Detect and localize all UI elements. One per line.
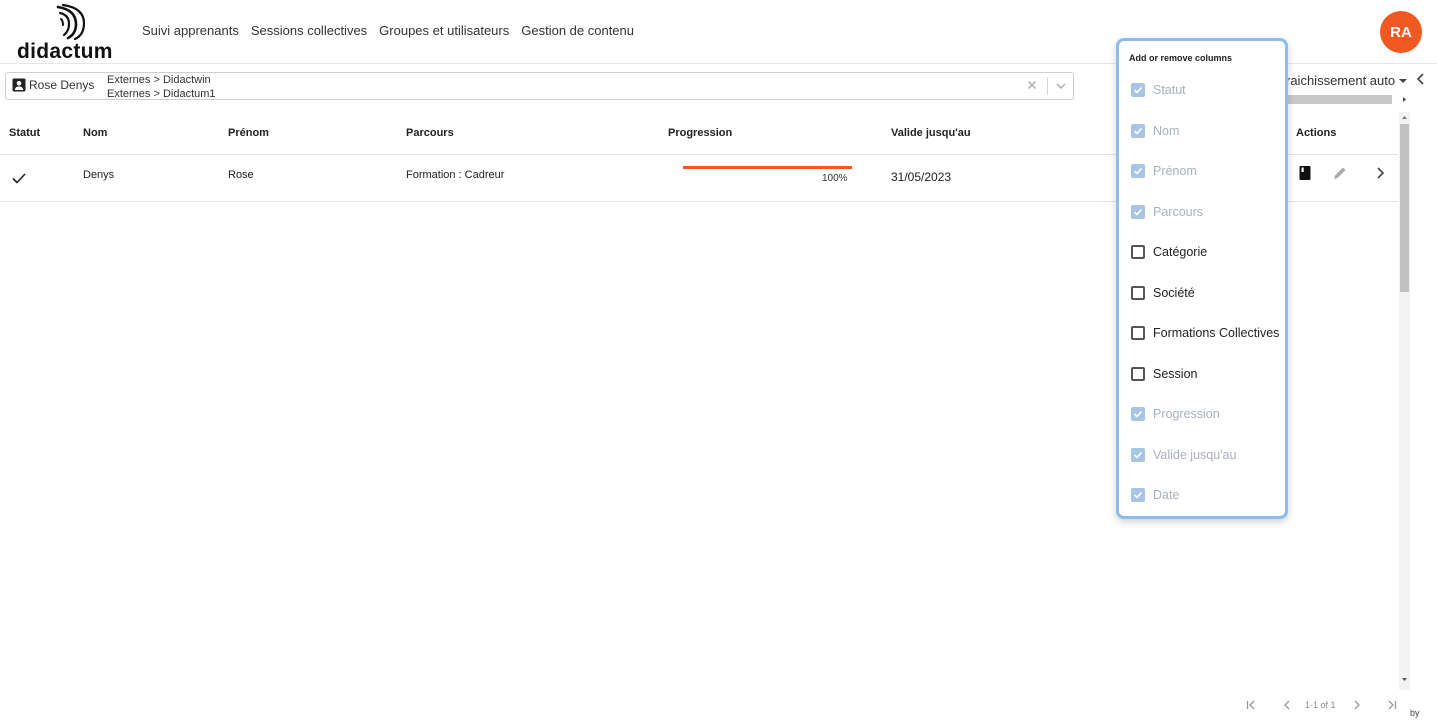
chevron-down-icon[interactable] [1053,78,1069,94]
checkbox-checked-icon [1131,407,1145,421]
column-option: Valide jusqu'au [1131,445,1236,465]
checkbox-checked-icon [1131,488,1145,502]
column-option[interactable]: Catégorie [1131,242,1207,262]
column-option: Date [1131,485,1179,505]
filter-separator [1047,78,1048,95]
column-option: Parcours [1131,202,1203,222]
pagination-range: 1-1 of 1 [1305,700,1336,710]
fingerprint-logo-icon [56,4,86,40]
checkbox-checked-icon [1131,447,1145,462]
vertical-scrollbar-thumb[interactable] [1400,124,1409,292]
pagination: 1-1 of 1 [1240,696,1410,714]
user-avatar[interactable]: RA [1380,11,1422,53]
scroll-up-arrow-icon[interactable] [1400,113,1409,122]
checkbox-unchecked-icon[interactable] [1131,366,1145,381]
checkbox-checked-icon [1131,164,1145,178]
checkbox-checked-icon [1131,204,1145,219]
checkbox-unchecked-icon[interactable] [1131,245,1145,259]
cell-nom: Denys [83,169,115,181]
footer-by-text: by [1410,708,1420,718]
main-nav: Suivi apprenants Sessions collectives Gr… [142,23,634,38]
header-prenom[interactable]: Prénom [228,127,269,139]
column-chooser-title: Add or remove columns [1129,53,1233,63]
cell-valide-jusquau: 31/05/2023 [891,170,952,184]
contact-card-icon [12,78,26,92]
logo-wordmark: didactum [17,40,113,63]
column-option: Nom [1131,121,1179,141]
learner-filter-select[interactable]: Rose Denys Externes > Didactwin Externes… [5,72,1074,100]
filter-group-paths: Externes > Didactwin Externes > Didactum… [107,73,216,101]
horizontal-scrollbar[interactable] [1286,95,1392,104]
filter-user-name: Rose Denys [29,78,95,92]
cell-prenom: Rose [228,169,254,181]
header-valide-jusquau[interactable]: Valide jusqu'au [891,127,971,139]
didactum-logo[interactable]: didactum [16,4,126,63]
column-option-label: Parcours [1153,204,1204,219]
header-actions: Actions [1296,127,1337,139]
header-nom[interactable]: Nom [83,127,107,139]
checkbox-checked-icon [1131,123,1145,138]
header-parcours[interactable]: Parcours [406,127,454,139]
nav-item-gestion-contenu[interactable]: Gestion de contenu [521,23,634,38]
column-option: Prénom [1131,161,1197,181]
clear-filter-icon[interactable] [1025,78,1039,92]
column-option-label: Prénom [1153,164,1197,178]
column-option-label: Catégorie [1153,245,1208,259]
column-option-label: Date [1153,488,1180,502]
chevron-right-icon[interactable] [1371,164,1389,182]
column-chooser-popup: Add or remove columns Statut Nom Prénom Par… [1116,38,1288,519]
auto-refresh-select[interactable]: raichissement auto [1286,73,1398,88]
column-option-label: Société [1153,285,1195,300]
checkmark-icon [12,173,26,184]
column-option[interactable]: Formations Collectives [1131,323,1279,343]
progress-bar-fill [683,166,852,169]
column-option-label: Formations Collectives [1153,326,1280,340]
filter-path-2: Externes > Didactum1 [107,88,216,100]
edit-pencil-icon[interactable] [1331,164,1349,182]
nav-item-suivi-apprenants[interactable]: Suivi apprenants [142,23,239,38]
next-page-icon[interactable] [1350,698,1364,712]
column-option: Progression [1131,404,1220,424]
book-icon[interactable] [1296,164,1314,182]
previous-page-icon[interactable] [1280,698,1294,712]
first-page-icon[interactable] [1244,698,1258,712]
user-filter-chip: Rose Denys [12,78,94,92]
column-option-label: Valide jusqu'au [1153,447,1237,462]
caret-down-icon[interactable] [1398,76,1408,86]
last-page-icon[interactable] [1385,698,1399,712]
cell-parcours: Formation : Cadreur [406,169,505,181]
column-option[interactable]: Session [1131,364,1197,384]
column-option-label: Progression [1153,407,1220,421]
checkbox-checked-icon [1131,83,1145,97]
header-statut[interactable]: Statut [9,127,40,139]
checkbox-unchecked-icon[interactable] [1131,285,1145,300]
progress-percent: 100% [822,173,848,184]
nav-item-groupes-utilisateurs[interactable]: Groupes et utilisateurs [379,23,509,38]
scroll-right-arrow-icon[interactable] [1400,95,1409,104]
header-progression[interactable]: Progression [668,127,732,139]
column-option-label: Session [1153,366,1198,381]
column-option[interactable]: Société [1131,283,1195,303]
progress-bar [683,166,852,169]
scroll-down-arrow-icon[interactable] [1400,675,1409,684]
filter-path-1: Externes > Didactwin [107,74,211,86]
nav-item-sessions-collectives[interactable]: Sessions collectives [251,23,367,38]
column-option-label: Nom [1153,123,1180,138]
column-option: Statut [1131,80,1186,100]
chevron-left-icon[interactable] [1413,70,1429,88]
column-option-label: Statut [1153,83,1186,97]
checkbox-unchecked-icon[interactable] [1131,326,1145,340]
